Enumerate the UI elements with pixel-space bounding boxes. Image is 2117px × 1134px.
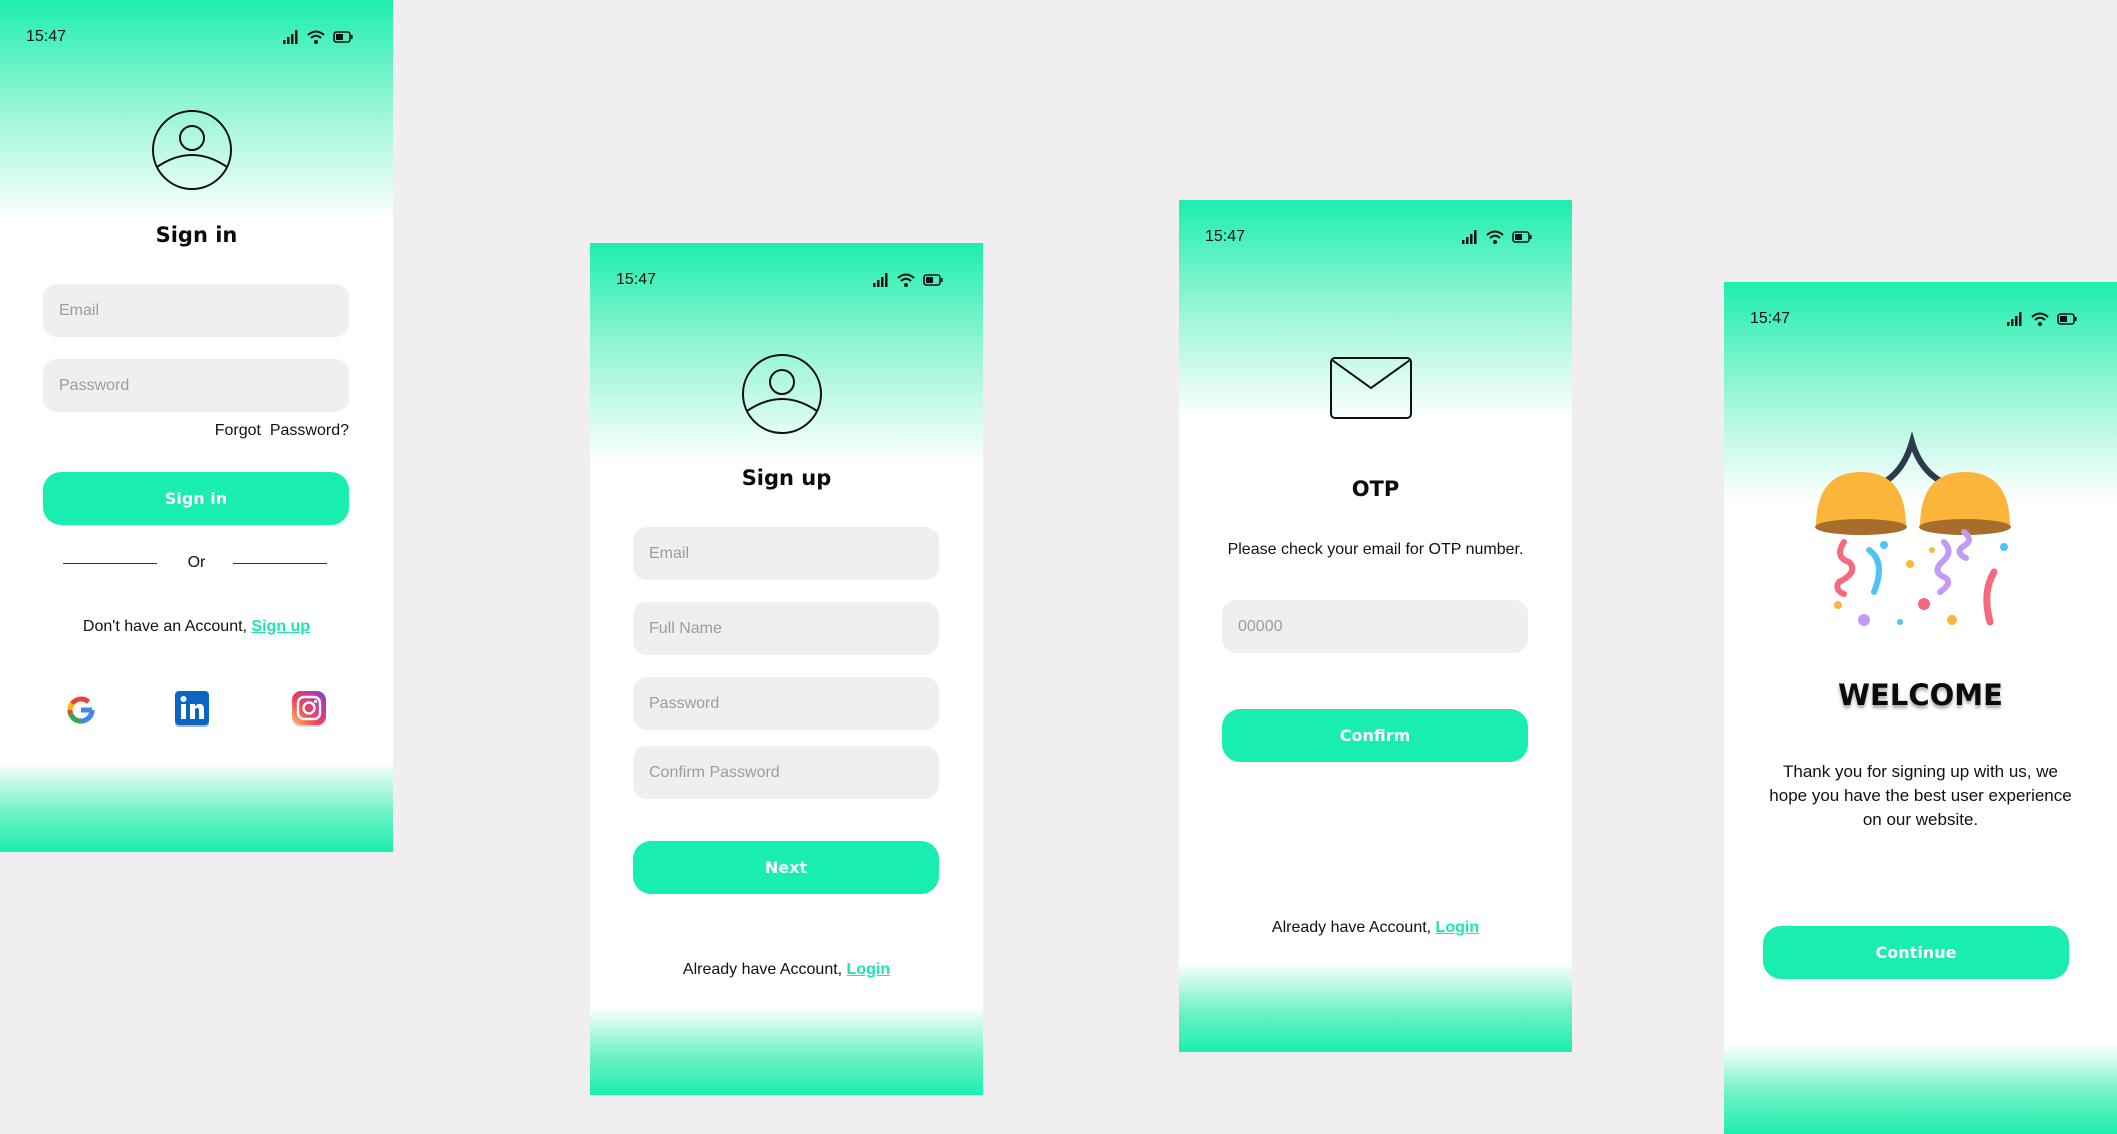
divider-right xyxy=(233,563,327,564)
status-icons xyxy=(2007,312,2077,326)
wifi-icon xyxy=(897,273,915,287)
password-field[interactable]: Password xyxy=(633,677,939,730)
wifi-icon xyxy=(307,30,325,44)
divider-or: Or xyxy=(187,554,206,571)
linkedin-icon[interactable] xyxy=(174,690,210,728)
status-icons xyxy=(283,30,353,44)
instagram-icon[interactable] xyxy=(291,690,327,728)
login-link[interactable]: Login xyxy=(1436,919,1480,936)
status-icons xyxy=(1462,230,1532,244)
user-avatar-icon xyxy=(152,110,232,190)
signin-button[interactable]: Sign in xyxy=(43,472,349,525)
envelope-icon xyxy=(1330,357,1412,419)
welcome-screen: 15:47 WELCOME Thank you for signing up w… xyxy=(1724,282,2117,1134)
wifi-icon xyxy=(1486,230,1504,244)
signal-icon xyxy=(283,30,298,44)
have-account-label: Already have Account, xyxy=(1271,919,1436,936)
status-bar: 15:47 xyxy=(1205,226,1532,248)
continue-button[interactable]: Continue xyxy=(1763,926,2069,979)
welcome-message: Thank you for signing up with us, we hop… xyxy=(1769,762,2072,829)
forgot-password-link[interactable]: Forgot Password? xyxy=(215,422,349,440)
user-avatar-icon xyxy=(742,354,822,434)
welcome-title: WELCOME xyxy=(1838,678,2003,712)
no-account-text: Don't have an Account, Sign up xyxy=(0,618,393,636)
otp-screen: 15:47 OTP Please check your email for OT… xyxy=(1179,200,1572,1052)
battery-icon xyxy=(1512,231,1532,243)
status-bar: 15:47 xyxy=(1750,308,2077,330)
signal-icon xyxy=(2007,312,2022,326)
status-time: 15:47 xyxy=(1205,228,1246,245)
bottom-gradient xyxy=(1179,962,1572,1052)
confirm-password-field[interactable]: Confirm Password xyxy=(633,746,939,799)
signup-link[interactable]: Sign up xyxy=(251,618,310,635)
celebration-bells-icon xyxy=(1815,432,2011,626)
signal-icon xyxy=(873,273,888,287)
email-field[interactable]: Email xyxy=(43,284,349,337)
page-title: Sign in xyxy=(155,223,238,247)
have-account-label: Already have Account, xyxy=(682,961,847,978)
page-title: OTP xyxy=(1351,477,1400,501)
page-title: Sign up xyxy=(741,466,832,490)
battery-icon xyxy=(333,31,353,43)
status-time: 15:47 xyxy=(1750,310,1791,327)
email-field[interactable]: Email xyxy=(633,527,939,580)
status-bar: 15:47 xyxy=(26,26,353,48)
no-account-label: Don't have an Account, xyxy=(82,618,252,635)
wifi-icon xyxy=(2031,312,2049,326)
google-icon[interactable] xyxy=(64,693,98,727)
bottom-gradient xyxy=(0,762,393,852)
bottom-gradient xyxy=(1724,1044,2117,1134)
next-button[interactable]: Next xyxy=(633,841,939,894)
password-field[interactable]: Password xyxy=(43,359,349,412)
bottom-gradient xyxy=(590,1007,983,1095)
status-bar: 15:47 xyxy=(616,269,943,291)
otp-code-field[interactable]: 00000 xyxy=(1222,600,1528,653)
have-account-text: Already have Account, Login xyxy=(1179,919,1572,937)
otp-message: Please check your email for OTP number. xyxy=(1227,541,1524,558)
status-time: 15:47 xyxy=(616,271,657,288)
battery-icon xyxy=(2057,313,2077,325)
battery-icon xyxy=(923,274,943,286)
fullname-field[interactable]: Full Name xyxy=(633,602,939,655)
status-time: 15:47 xyxy=(26,28,67,45)
signin-screen: 15:47 Sign in Email Password Forgot Pass… xyxy=(0,0,393,852)
signup-screen: 15:47 Sign up Email Full Name Password C… xyxy=(590,243,983,1095)
status-icons xyxy=(873,273,943,287)
have-account-text: Already have Account, Login xyxy=(590,961,983,979)
login-link[interactable]: Login xyxy=(847,961,891,978)
signal-icon xyxy=(1462,230,1477,244)
confirm-button[interactable]: Confirm xyxy=(1222,709,1528,762)
